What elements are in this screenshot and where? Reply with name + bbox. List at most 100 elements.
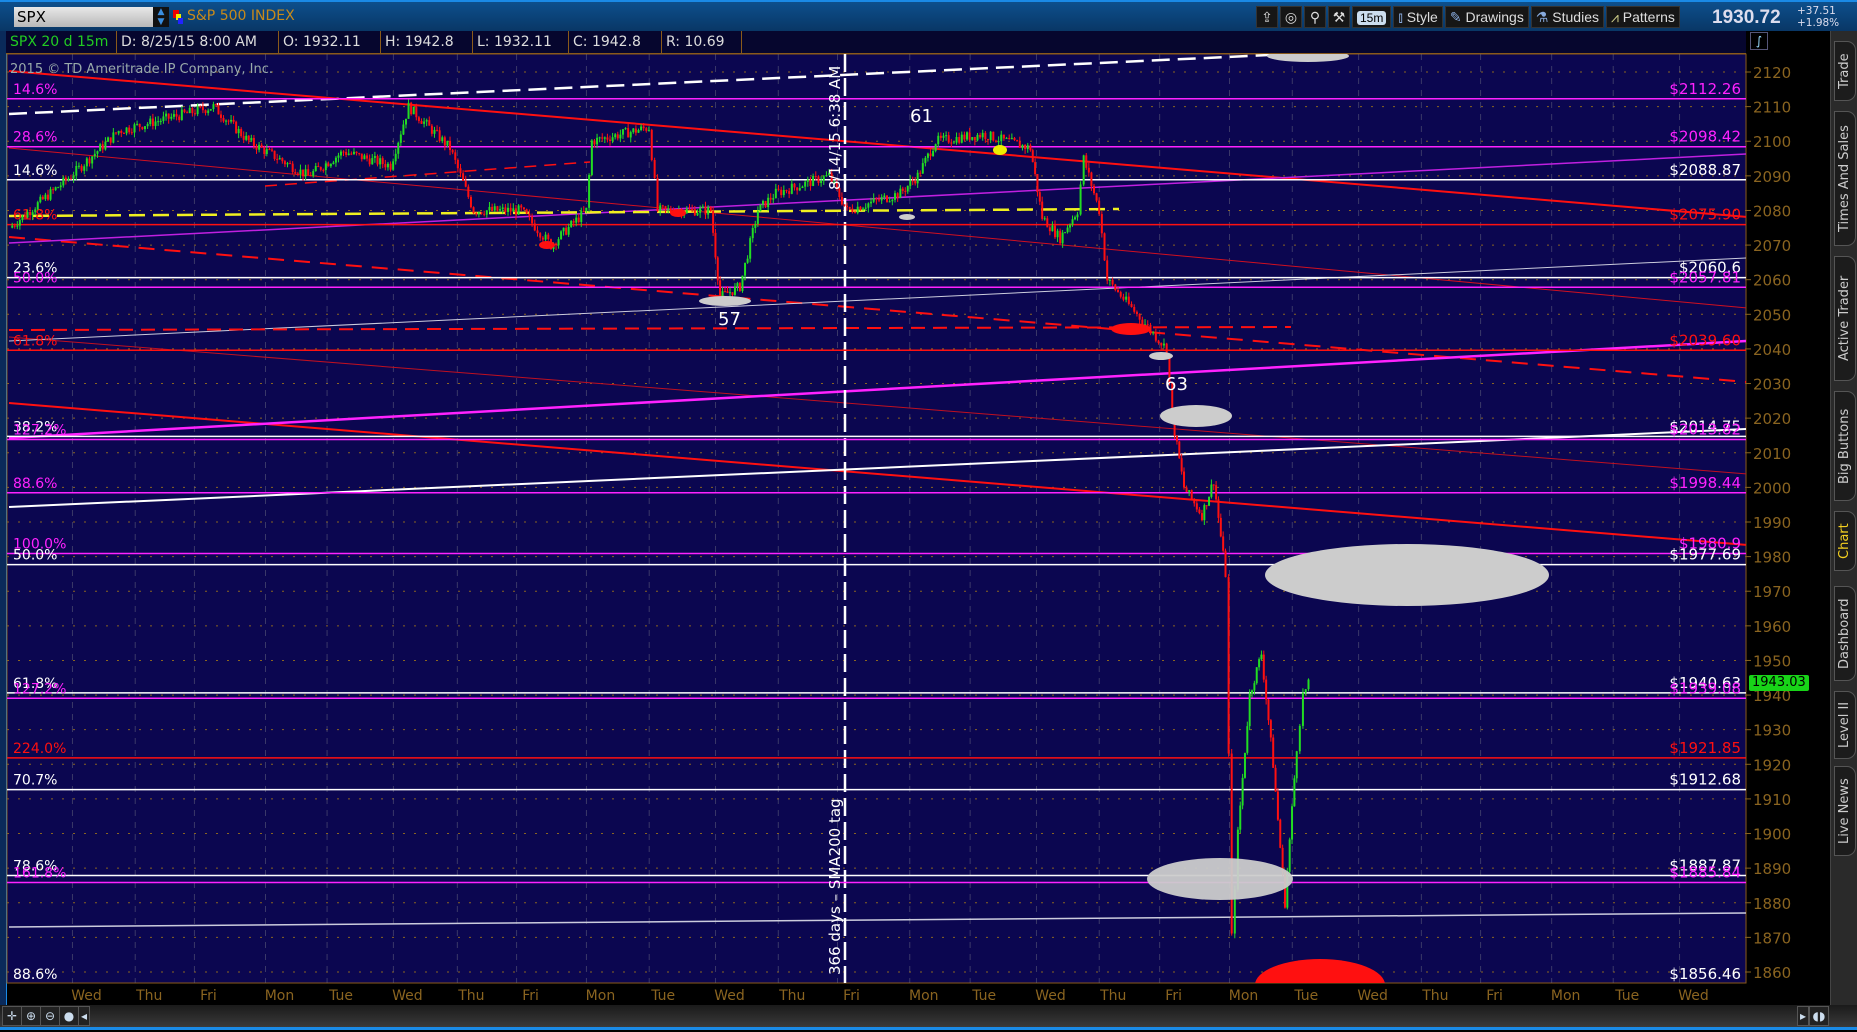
tab-trade[interactable]: Trade xyxy=(1834,41,1856,101)
candle-body xyxy=(709,207,712,211)
x-tick-label: Tue xyxy=(1293,988,1318,1004)
candle-body xyxy=(916,172,919,184)
candle-body xyxy=(629,132,632,138)
candle-body xyxy=(522,207,525,210)
candle-body xyxy=(1251,690,1254,694)
x-tick-label: Wed xyxy=(714,988,745,1004)
candle-body xyxy=(788,191,791,194)
candle-body xyxy=(296,173,299,175)
candle-body xyxy=(958,137,961,143)
candle-body xyxy=(49,189,52,200)
candle-body xyxy=(294,172,297,174)
candle-body xyxy=(536,230,539,234)
candle-body xyxy=(619,134,622,139)
candle-body xyxy=(621,129,624,135)
scroll-right-icon[interactable]: ▸ xyxy=(1797,1006,1809,1026)
candle-body xyxy=(588,175,591,208)
candle-body xyxy=(888,201,891,203)
x-tick-label: Thu xyxy=(1421,988,1448,1004)
candle-body xyxy=(1117,289,1120,293)
candle-body xyxy=(701,206,704,209)
candle-body xyxy=(1276,791,1279,820)
current-price-marker: 1943.03 xyxy=(1749,675,1809,691)
candle-body xyxy=(984,132,987,140)
ellipse-marker-red[interactable] xyxy=(1111,323,1151,335)
candle-body xyxy=(862,208,865,211)
tab-big-buttons[interactable]: Big Buttons xyxy=(1834,391,1856,501)
candle-body xyxy=(894,193,897,200)
candle-body xyxy=(117,130,120,134)
ellipse-marker[interactable] xyxy=(699,296,751,306)
candle-body xyxy=(919,172,922,174)
candle-body xyxy=(741,275,744,292)
candle-body xyxy=(1082,155,1085,185)
ellipse-marker[interactable] xyxy=(899,214,915,220)
x-tick-label: Fri xyxy=(1165,988,1182,1004)
tab-active-trader[interactable]: Active Trader xyxy=(1834,256,1856,381)
tab-level-ii[interactable]: Level II xyxy=(1834,691,1856,759)
candle-body xyxy=(963,134,966,140)
candle-body xyxy=(143,126,146,130)
candle-body xyxy=(322,169,325,171)
candle-body xyxy=(906,185,909,192)
candle-body xyxy=(774,188,777,199)
candle-body xyxy=(596,137,599,145)
zoom-in-icon[interactable]: ⊕ xyxy=(21,1006,41,1026)
ellipse-marker[interactable] xyxy=(1265,544,1549,606)
candle-body xyxy=(407,102,410,119)
ellipse-marker-yellow[interactable] xyxy=(993,145,1007,155)
candle-body xyxy=(1239,805,1242,830)
candle-body xyxy=(744,262,747,276)
tab-times-and-sales[interactable]: Times And Sales xyxy=(1834,111,1856,246)
candle-body xyxy=(26,211,29,218)
candle-body xyxy=(640,126,643,131)
price-chart[interactable]: $2112.26 14.6% $2098.42 28.6% $2088.87 14.6% $… xyxy=(0,0,1857,1032)
candle-body xyxy=(93,153,96,157)
candle-body xyxy=(109,137,112,143)
ellipse-marker[interactable] xyxy=(1147,858,1293,900)
candle-body xyxy=(1087,167,1090,173)
candle-body xyxy=(459,168,462,174)
candle-body xyxy=(62,177,65,186)
y-tick-label: 2000 xyxy=(1753,479,1791,497)
candle-body xyxy=(242,136,245,140)
candle-body xyxy=(339,151,342,156)
candle-body xyxy=(265,149,268,154)
scroll-left-icon[interactable]: ◂ xyxy=(78,1006,90,1026)
candle-body xyxy=(1165,343,1168,354)
price-level-label: $2098.42 xyxy=(1669,128,1741,146)
candle-body xyxy=(420,120,423,124)
candle-body xyxy=(557,239,560,246)
candle-body xyxy=(691,208,694,210)
candle-body xyxy=(724,291,727,293)
reset-zoom-icon[interactable]: ● xyxy=(59,1006,79,1026)
candle-body xyxy=(446,140,449,146)
candle-body xyxy=(1293,778,1296,807)
candle-body xyxy=(491,206,494,211)
tab-live-news[interactable]: Live News xyxy=(1834,766,1856,856)
crosshair-icon[interactable]: ✛ xyxy=(2,1006,22,1026)
candle-body xyxy=(756,211,759,224)
candle-body xyxy=(59,185,62,188)
candle-body xyxy=(423,121,426,124)
x-tick-label: Thu xyxy=(135,988,162,1004)
ellipse-marker[interactable] xyxy=(1149,352,1173,360)
ellipse-marker[interactable] xyxy=(1160,405,1232,427)
candle-body xyxy=(36,202,39,210)
candle-body xyxy=(843,204,846,206)
ellipse-marker[interactable] xyxy=(1267,50,1349,62)
candle-body xyxy=(796,187,799,191)
candle-body xyxy=(749,238,752,259)
zoom-out-icon[interactable]: ⊖ xyxy=(40,1006,60,1026)
tab-dashboard[interactable]: Dashboard xyxy=(1834,586,1856,681)
expand-icon[interactable]: ◖◗ xyxy=(1809,1006,1829,1026)
price-level-label: $1939.08 xyxy=(1669,679,1741,697)
candle-body xyxy=(525,209,528,214)
candle-body xyxy=(376,156,379,165)
ellipse-marker-red[interactable] xyxy=(670,209,686,217)
tab-chart[interactable]: Chart xyxy=(1834,511,1856,571)
candle-body xyxy=(358,153,361,155)
ellipse-marker-red[interactable] xyxy=(539,241,555,249)
candle-body xyxy=(394,153,397,162)
candle-body xyxy=(580,210,583,223)
